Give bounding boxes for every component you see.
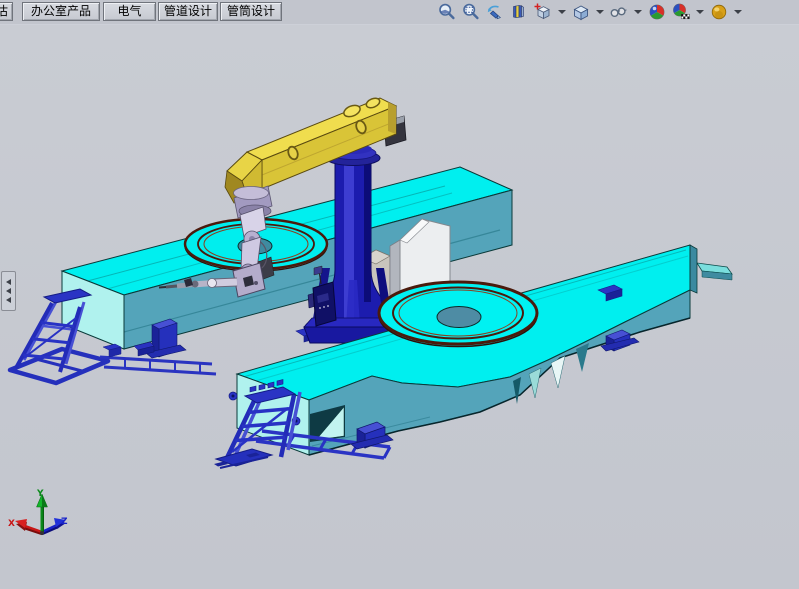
collapse-left-icon bbox=[6, 288, 11, 294]
view-settings-dropdown-icon[interactable] bbox=[734, 10, 742, 14]
hide-show-items-dropdown-icon[interactable] bbox=[634, 10, 642, 14]
hide-show-items-icon[interactable] bbox=[609, 2, 629, 22]
display-style-dropdown-icon[interactable] bbox=[596, 10, 604, 14]
apply-scene-dropdown-icon[interactable] bbox=[696, 10, 704, 14]
command-bar: 估办公室产品电气管道设计管筒设计 bbox=[0, 0, 799, 25]
collapse-left-icon bbox=[6, 297, 11, 303]
axis-x-label: X bbox=[8, 519, 15, 529]
zoom-to-fit-icon[interactable] bbox=[437, 2, 457, 22]
display-style-icon[interactable] bbox=[571, 2, 591, 22]
3d-viewport[interactable]: X Y Z bbox=[0, 24, 799, 589]
orientation-triad: X Y Z bbox=[8, 489, 68, 535]
panel-flyout-button[interactable] bbox=[1, 271, 16, 311]
command-tabs: 估办公室产品电气管道设计管筒设计 bbox=[0, 0, 420, 24]
tab-electrical[interactable]: 电气 bbox=[103, 2, 156, 21]
axis-z-label: Z bbox=[61, 517, 68, 527]
apply-scene-icon[interactable] bbox=[671, 2, 691, 22]
axis-y-label: Y bbox=[36, 489, 44, 499]
view-orientation-icon[interactable] bbox=[533, 2, 553, 22]
section-view-icon[interactable] bbox=[509, 2, 529, 22]
tab-tubing-design[interactable]: 管筒设计 bbox=[220, 2, 282, 21]
tab-evaluate-partial[interactable]: 估 bbox=[0, 2, 13, 21]
zoom-to-area-icon[interactable] bbox=[461, 2, 481, 22]
previous-view-icon[interactable] bbox=[485, 2, 505, 22]
view-orientation-dropdown-icon[interactable] bbox=[558, 10, 566, 14]
tab-piping-design[interactable]: 管道设计 bbox=[158, 2, 218, 21]
tab-office-products[interactable]: 办公室产品 bbox=[22, 2, 100, 21]
view-settings-icon[interactable] bbox=[709, 2, 729, 22]
edit-appearance-icon[interactable] bbox=[647, 2, 667, 22]
view-toolbar bbox=[437, 2, 743, 22]
collapse-left-icon bbox=[6, 279, 11, 285]
